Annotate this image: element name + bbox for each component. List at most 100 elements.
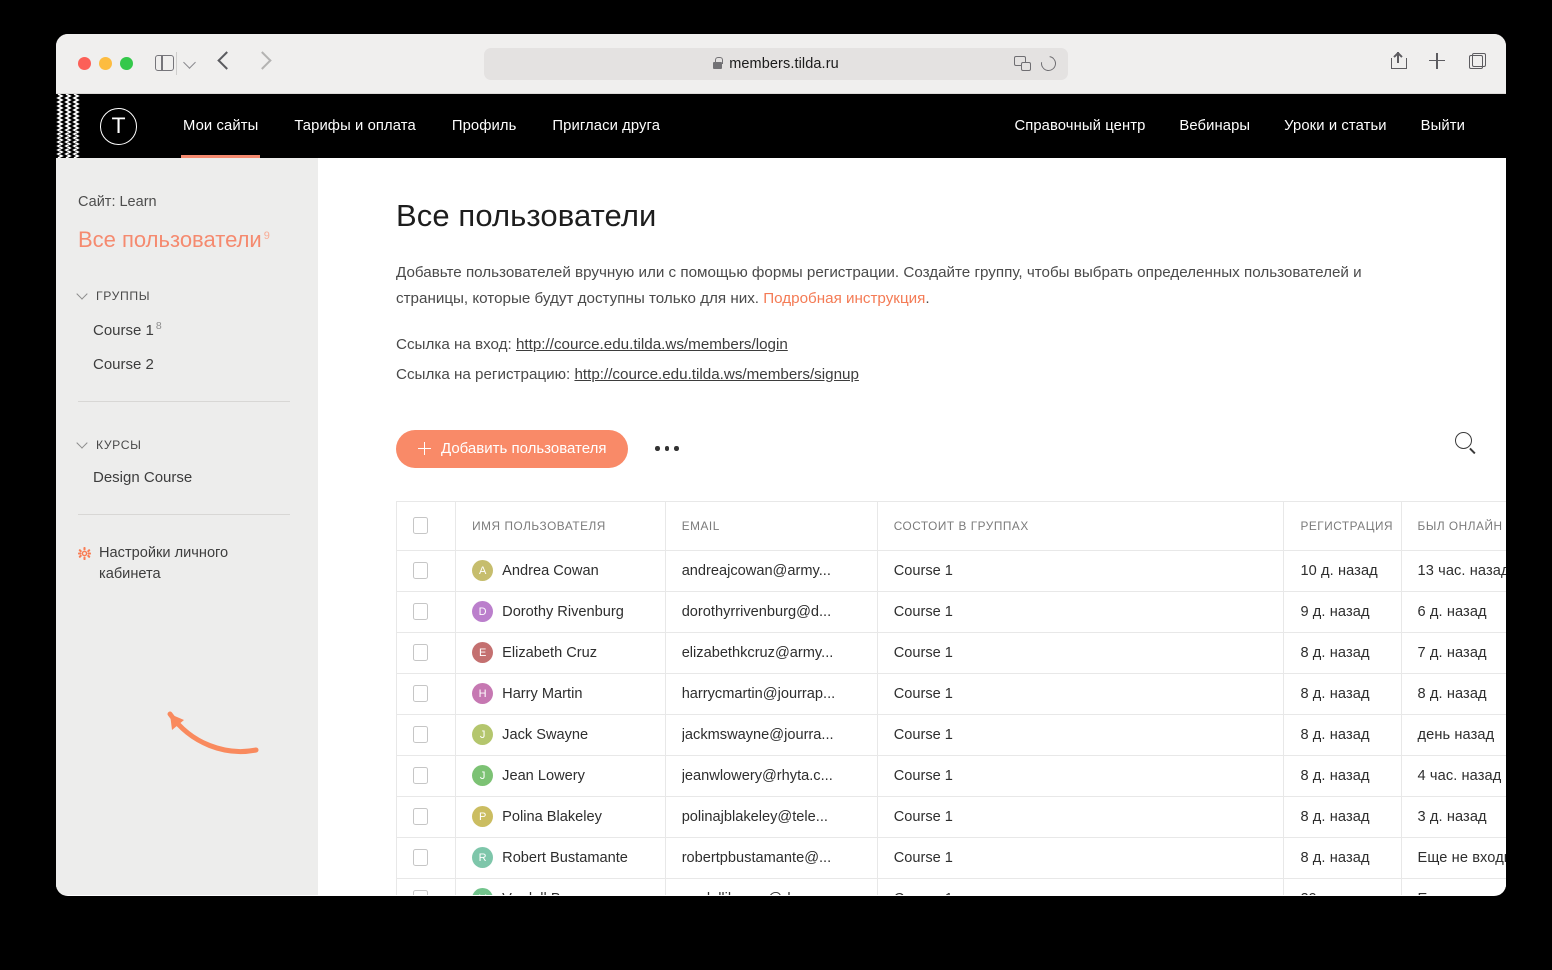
- nav-label: Тарифы и оплата: [294, 118, 416, 134]
- user-email-cell: dorothyrrivenburg@d...: [664, 590, 878, 633]
- address-bar[interactable]: members.tilda.ru: [484, 48, 1068, 80]
- search-icon[interactable]: [1455, 431, 1472, 449]
- user-email-cell: harrycmartin@jourrap...: [664, 672, 878, 715]
- column-header-email[interactable]: EMAIL: [664, 500, 878, 551]
- back-arrow-icon[interactable]: [220, 54, 233, 67]
- close-window-button[interactable]: [78, 57, 91, 70]
- page-content: Т Мои сайты Тарифы и оплата Профиль Приг…: [56, 94, 1506, 895]
- table-row[interactable]: R Robert Bustamante robertpbustamante@... C…: [395, 836, 1506, 879]
- minimize-window-button[interactable]: [99, 57, 112, 70]
- secondary-nav: Справочный центр Вебинары Уроки и статьи…: [997, 94, 1482, 158]
- table-row[interactable]: A Andrea Cowan andreajcowan@army... Course …: [395, 549, 1506, 592]
- detailed-instruction-link[interactable]: Подробная инструкция: [763, 290, 925, 307]
- sidebar-all-users-count: 9: [263, 229, 270, 242]
- table-row[interactable]: J Jean Lowery jeanwlowery@rhyta.c... Course…: [395, 754, 1506, 797]
- table-row[interactable]: V Verdell Brown verdelljbrown@dayre... Cour…: [395, 877, 1506, 895]
- user-groups-cell: Course 1: [876, 754, 1285, 797]
- table-row[interactable]: H Harry Martin harrycmartin@jourrap... Cour…: [395, 672, 1506, 715]
- table-row[interactable]: E Elizabeth Cruz elizabethkcruz@army... Cou…: [395, 631, 1506, 674]
- row-checkbox[interactable]: [413, 644, 428, 662]
- new-tab-button[interactable]: [1429, 52, 1445, 69]
- login-link-row: Ссылка на вход: http://cource.edu.tilda.…: [396, 330, 1506, 360]
- login-link-label: Ссылка на вход:: [396, 336, 512, 354]
- signup-link-row: Ссылка на регистрацию: http://cource.edu…: [396, 360, 1506, 390]
- translate-icon[interactable]: [1014, 56, 1031, 71]
- browser-window: members.tilda.ru Т Мои сайты Тарифы и оп…: [56, 34, 1506, 896]
- user-name-cell: J Jean Lowery: [455, 754, 666, 797]
- nav-item-my-sites[interactable]: Мои сайты: [165, 94, 276, 158]
- column-header-groups[interactable]: СОСТОИТ В ГРУППАХ: [876, 500, 1285, 551]
- select-all-header: [395, 500, 457, 551]
- forward-arrow-icon[interactable]: [256, 54, 269, 67]
- user-email: polinajblakeley@tele...: [681, 808, 828, 825]
- user-email-cell: robertpbustamante@...: [664, 836, 878, 879]
- nav-item-help-center[interactable]: Справочный центр: [997, 94, 1162, 158]
- avatar-initial: D: [478, 605, 487, 618]
- row-select-cell: [395, 713, 457, 756]
- user-name-cell: A Andrea Cowan: [455, 549, 666, 592]
- table-row[interactable]: D Dorothy Rivenburg dorothyrrivenburg@d...…: [395, 590, 1506, 633]
- more-options-button[interactable]: [655, 446, 679, 451]
- user-group: Course 1: [893, 726, 953, 743]
- table-row[interactable]: P Polina Blakeley polinajblakeley@tele... C…: [395, 795, 1506, 838]
- user-online-cell: Еще не входил: [1400, 836, 1506, 879]
- sidebar-item-course-1[interactable]: Course 18: [93, 320, 290, 339]
- user-online-cell: 4 час. назад: [1400, 754, 1506, 797]
- column-header-name[interactable]: ИМЯ ПОЛЬЗОВАТЕЛЯ: [455, 500, 666, 551]
- zigzag-decoration: [56, 94, 85, 158]
- select-all-checkbox[interactable]: [413, 517, 428, 535]
- nav-item-plans[interactable]: Тарифы и оплата: [276, 94, 434, 158]
- sidebar-item-settings[interactable]: Настройки личного кабинета: [78, 543, 290, 585]
- user-email: andreajcowan@army...: [681, 562, 831, 579]
- user-group: Course 1: [893, 767, 953, 784]
- share-icon[interactable]: [1391, 52, 1407, 69]
- avatar: J: [472, 724, 494, 746]
- user-name-cell: J Jack Swayne: [455, 713, 666, 756]
- chevron-down-icon: [76, 437, 88, 449]
- row-checkbox[interactable]: [413, 808, 428, 826]
- sidebar-item-course-2[interactable]: Course 2: [93, 356, 290, 373]
- row-checkbox[interactable]: [413, 726, 428, 744]
- user-registered-cell: 8 д. назад: [1283, 631, 1402, 674]
- sidebar-section-groups[interactable]: ГРУППЫ: [76, 288, 290, 303]
- column-header-registered[interactable]: РЕГИСТРАЦИЯ: [1283, 500, 1402, 551]
- user-email-cell: elizabethkcruz@army...: [664, 631, 878, 674]
- row-checkbox[interactable]: [413, 685, 428, 703]
- tabs-overview-icon[interactable]: [1469, 52, 1486, 69]
- sidebar-section-groups-label: ГРУППЫ: [96, 289, 151, 303]
- users-table: ИМЯ ПОЛЬЗОВАТЕЛЯ EMAIL СОСТОИТ В ГРУППАХ…: [395, 500, 1506, 895]
- user-email-cell: andreajcowan@army...: [664, 549, 878, 592]
- add-user-button[interactable]: Добавить пользователя: [396, 429, 629, 468]
- user-groups-cell: Course 1: [876, 549, 1285, 592]
- sidebar-item-design-course[interactable]: Design Course: [93, 469, 290, 486]
- column-header-online[interactable]: БЫЛ ОНЛАЙН: [1400, 500, 1506, 551]
- nav-item-logout[interactable]: Выйти: [1404, 94, 1482, 158]
- user-registered: 8 д. назад: [1300, 726, 1370, 743]
- window-traffic-lights: [78, 57, 133, 70]
- user-online-cell: Еще не входил: [1400, 877, 1506, 895]
- sidebar-toggle-icon[interactable]: [155, 55, 174, 71]
- chevron-down-icon[interactable]: [183, 56, 196, 69]
- table-row[interactable]: J Jack Swayne jackmswayne@jourra... Course …: [395, 713, 1506, 756]
- row-checkbox[interactable]: [413, 767, 428, 785]
- maximize-window-button[interactable]: [120, 57, 133, 70]
- avatar-initial: E: [478, 646, 487, 659]
- row-checkbox[interactable]: [413, 562, 428, 580]
- user-group: Course 1: [893, 603, 953, 620]
- login-link-url[interactable]: http://cource.edu.tilda.ws/members/login: [516, 336, 788, 353]
- avatar: V: [472, 888, 494, 895]
- nav-item-webinars[interactable]: Вебинары: [1162, 94, 1267, 158]
- signup-link-url[interactable]: http://cource.edu.tilda.ws/members/signu…: [574, 366, 858, 383]
- tilda-logo[interactable]: Т: [100, 108, 137, 145]
- sidebar-section-courses[interactable]: КУРСЫ: [76, 437, 290, 452]
- avatar-initial: A: [478, 564, 487, 577]
- row-checkbox[interactable]: [413, 890, 428, 895]
- user-registered: 8 д. назад: [1300, 644, 1370, 661]
- sidebar-item-all-users[interactable]: Все пользователи 9: [78, 227, 270, 253]
- row-checkbox[interactable]: [413, 603, 428, 621]
- reload-icon[interactable]: [1038, 53, 1059, 74]
- nav-item-lessons[interactable]: Уроки и статьи: [1267, 94, 1404, 158]
- nav-item-profile[interactable]: Профиль: [434, 94, 535, 158]
- row-checkbox[interactable]: [413, 849, 428, 867]
- nav-item-invite[interactable]: Пригласи друга: [534, 94, 678, 158]
